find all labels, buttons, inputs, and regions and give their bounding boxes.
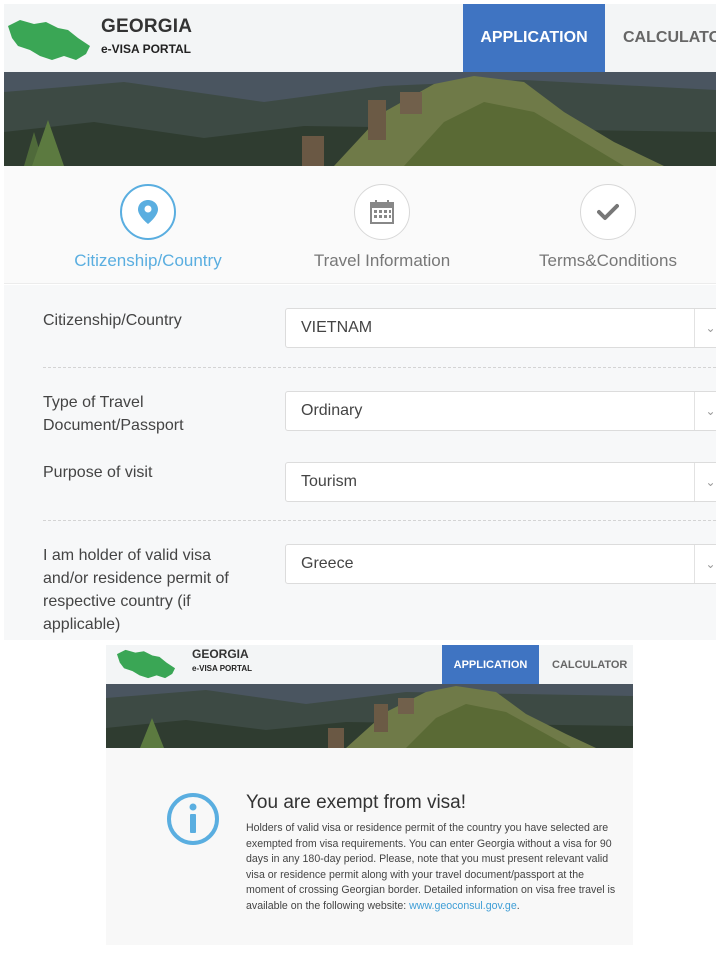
- step-terms-conditions[interactable]: Terms&Conditions: [528, 184, 688, 271]
- step-label: Terms&Conditions: [539, 251, 677, 270]
- residence-permit-label-line: and/or residence permit of: [43, 570, 229, 587]
- nav-calculator[interactable]: CALCULATO: [623, 4, 716, 72]
- purpose-label: Purpose of visit: [43, 464, 153, 481]
- document-type-label-line: Document/Passport: [43, 417, 184, 434]
- step-circle: [580, 184, 636, 240]
- citizenship-select[interactable]: VIETNAM ⌄: [285, 308, 716, 348]
- chevron-down-icon: ⌄: [694, 392, 716, 430]
- georgia-map-logo: [8, 20, 90, 60]
- exemption-body: Holders of valid visa or residence permi…: [246, 822, 616, 912]
- residence-permit-value: Greece: [301, 555, 354, 572]
- brand-subtitle: e-VISA PORTAL: [101, 42, 192, 56]
- step-circle: [354, 184, 410, 240]
- brand-title: GEORGIA: [101, 16, 193, 37]
- chevron-down-icon: ⌄: [694, 309, 716, 347]
- application-screenshot: GEORGIA e-VISA PORTAL APPLICATION CALCUL…: [4, 4, 716, 640]
- header: GEORGIA e-VISA PORTAL APPLICATION CALCUL…: [106, 645, 633, 684]
- location-pin-icon: [138, 200, 158, 224]
- brand[interactable]: GEORGIA e-VISA PORTAL: [192, 647, 252, 673]
- mountain-banner: [106, 684, 633, 748]
- calendar-icon: [370, 200, 394, 224]
- divider: [43, 367, 716, 368]
- exemption-title: You are exempt from visa!: [246, 792, 467, 813]
- purpose-select[interactable]: Tourism ⌄: [285, 462, 716, 502]
- nav-calculator[interactable]: CALCULATOR: [552, 645, 627, 684]
- document-type-value: Ordinary: [301, 402, 363, 419]
- step-travel-information[interactable]: Travel Information: [302, 184, 462, 271]
- info-icon: [167, 793, 219, 845]
- visa-form: Citizenship/Country VIETNAM ⌄ Type of Tr…: [4, 285, 716, 640]
- document-type-select[interactable]: Ordinary ⌄: [285, 391, 716, 431]
- nav-application[interactable]: APPLICATION: [463, 4, 605, 72]
- nav-application[interactable]: APPLICATION: [442, 645, 539, 684]
- divider: [43, 520, 716, 521]
- wizard-steps: Citizenship/Country Travel Information T…: [4, 166, 716, 284]
- brand-subtitle: e-VISA PORTAL: [192, 664, 253, 673]
- exemption-text: Holders of valid visa or residence permi…: [246, 821, 616, 914]
- chevron-down-icon: ⌄: [694, 545, 716, 583]
- step-label: Citizenship/Country: [74, 251, 222, 270]
- step-circle: [120, 184, 176, 240]
- document-type-label: Type of Travel Document/Passport: [43, 391, 263, 437]
- geoconsul-link[interactable]: www.geoconsul.gov.ge: [409, 900, 517, 912]
- result-screenshot: GEORGIA e-VISA PORTAL APPLICATION CALCUL…: [106, 645, 633, 945]
- brand-title: GEORGIA: [192, 647, 249, 661]
- residence-permit-label-line: respective country (if: [43, 593, 191, 610]
- link-suffix: .: [516, 899, 520, 912]
- residence-permit-select[interactable]: Greece ⌄: [285, 544, 716, 584]
- header: GEORGIA e-VISA PORTAL APPLICATION CALCUL…: [4, 4, 716, 72]
- checkmark-icon: [597, 204, 619, 220]
- purpose-value: Tourism: [301, 473, 358, 490]
- georgia-map-logo: [116, 649, 176, 679]
- step-citizenship[interactable]: Citizenship/Country: [68, 184, 228, 271]
- mountain-banner: [4, 72, 716, 166]
- citizenship-label: Citizenship/Country: [43, 312, 182, 329]
- chevron-down-icon: ⌄: [694, 463, 716, 501]
- residence-permit-label-line: applicable): [43, 616, 121, 633]
- citizenship-value: VIETNAM: [301, 319, 373, 336]
- brand[interactable]: GEORGIA e-VISA PORTAL: [101, 16, 192, 56]
- step-label: Travel Information: [313, 251, 451, 270]
- residence-permit-label: I am holder of valid visa and/or residen…: [43, 544, 263, 636]
- document-type-label-line: Type of Travel: [43, 394, 144, 411]
- exemption-message: You are exempt from visa! Holders of val…: [106, 748, 633, 945]
- residence-permit-label-line: I am holder of valid visa: [43, 547, 212, 564]
